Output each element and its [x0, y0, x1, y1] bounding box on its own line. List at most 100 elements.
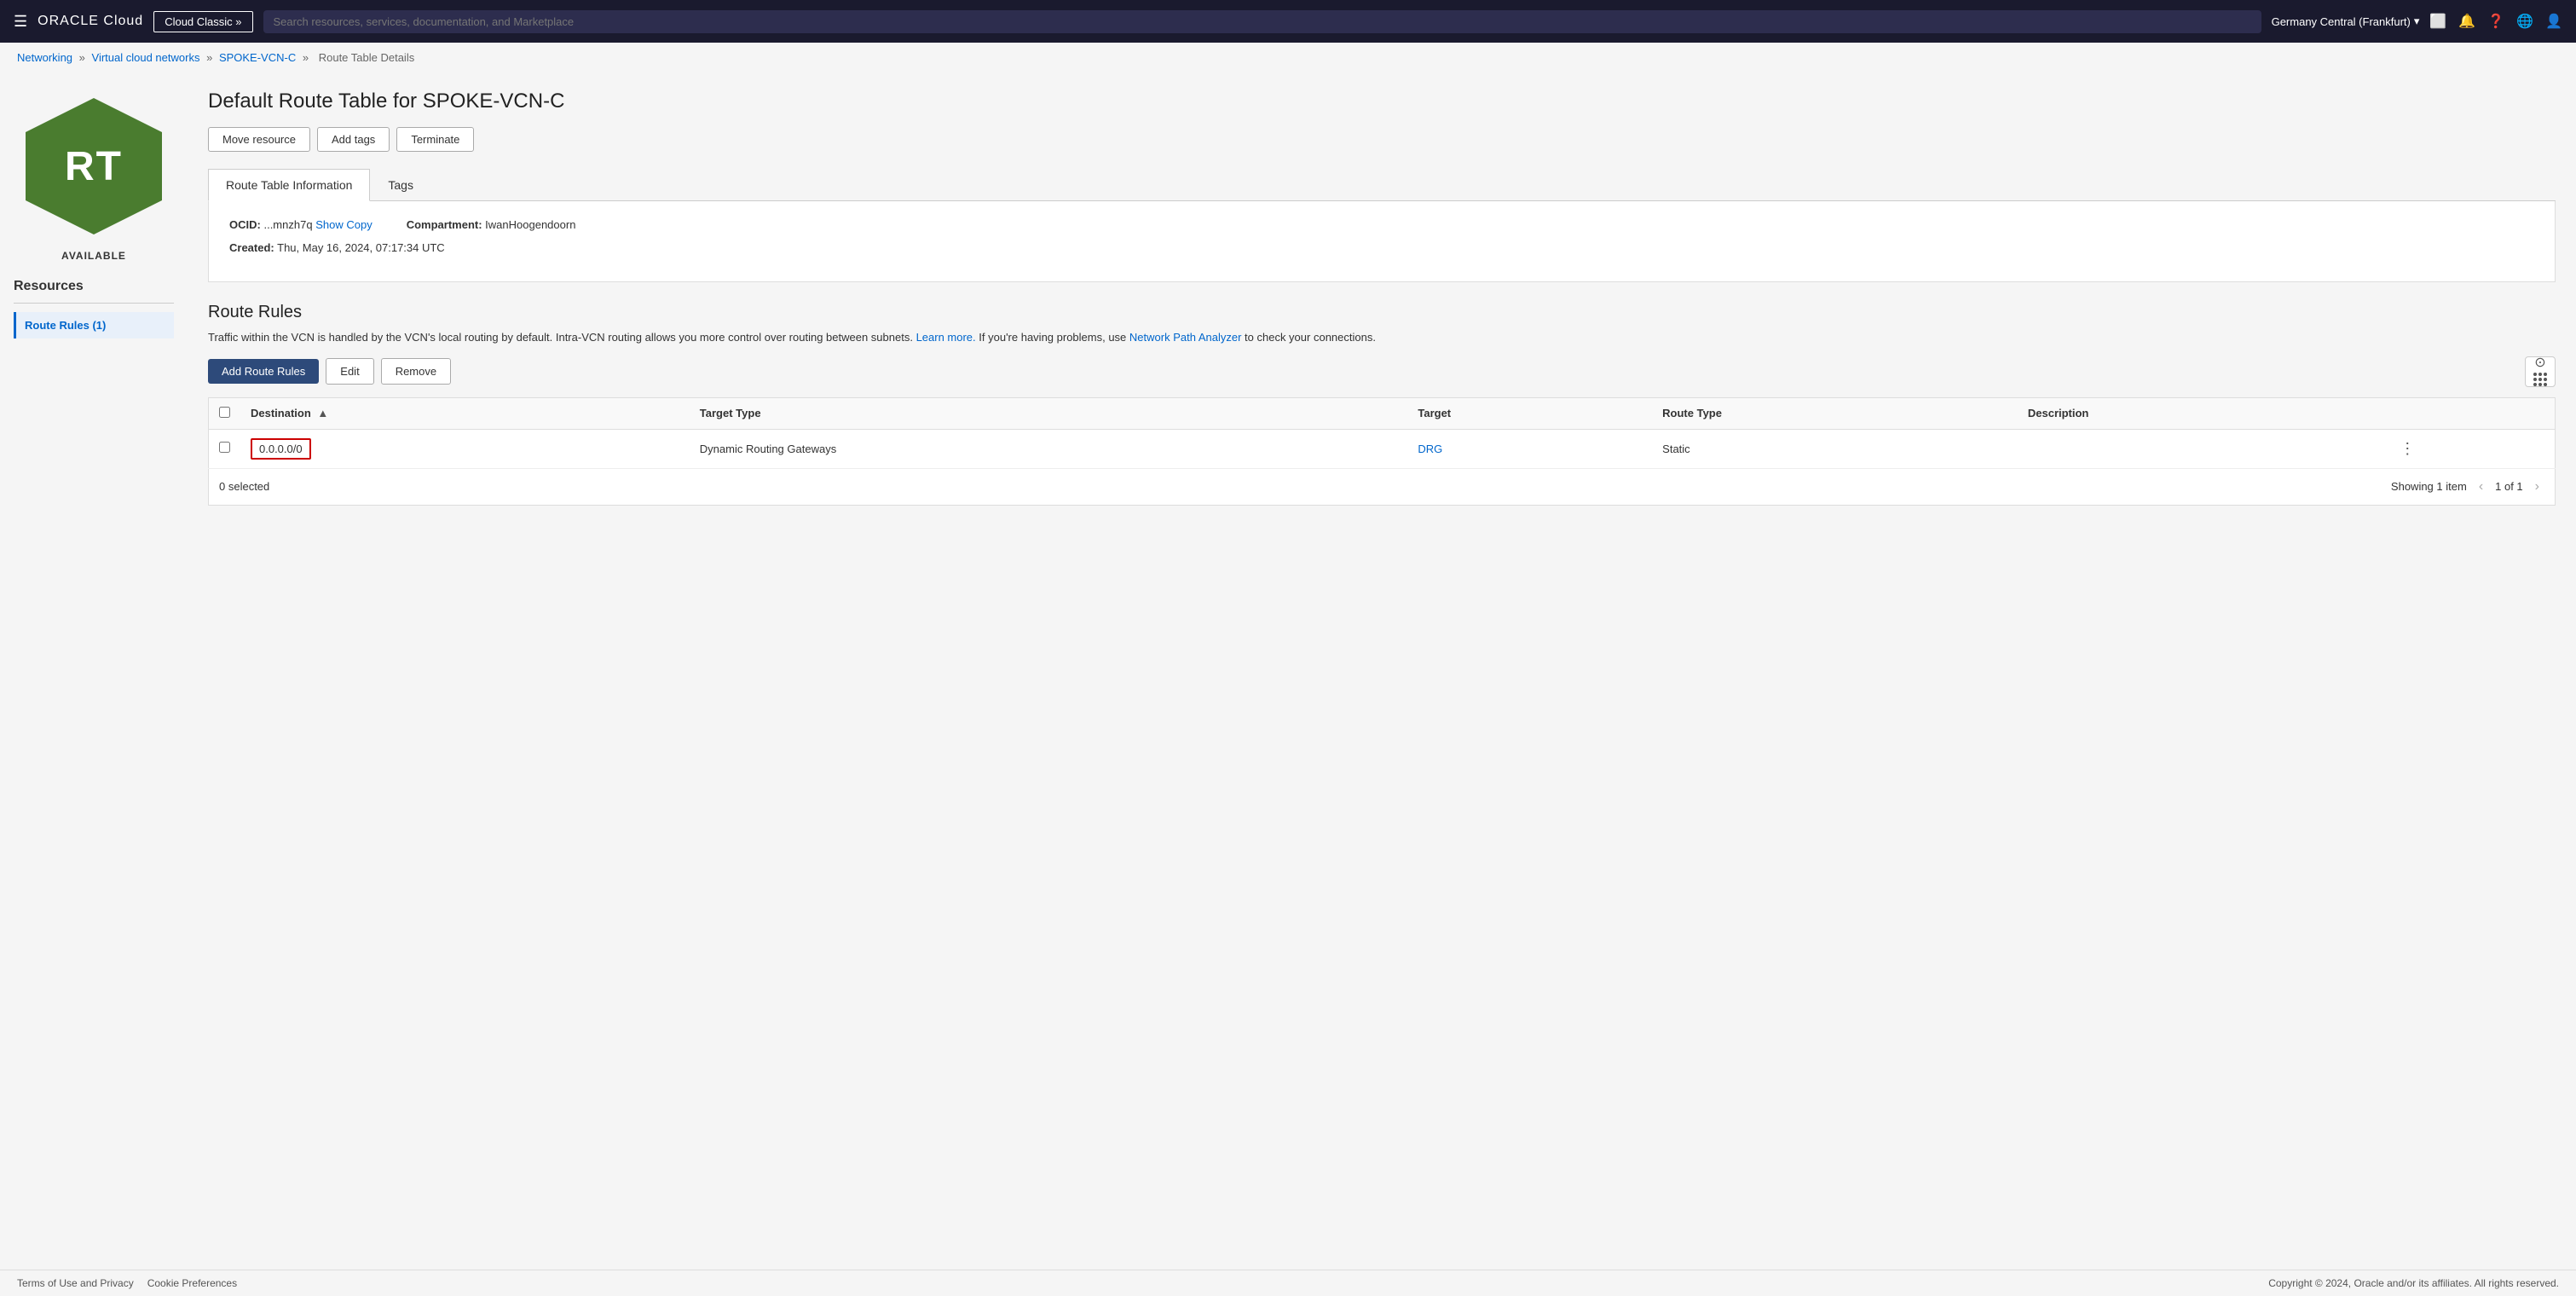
tab-tags[interactable]: Tags: [370, 169, 431, 201]
route-type-value: Static: [1662, 443, 1690, 455]
breadcrumb-networking[interactable]: Networking: [17, 51, 72, 64]
ocid-partial: ...mnzh7q: [263, 218, 312, 231]
terminate-button[interactable]: Terminate: [396, 127, 474, 152]
ocid-label: OCID:: [229, 218, 261, 231]
hexagon-wrap: RT: [17, 90, 170, 243]
user-avatar[interactable]: 👤: [2545, 13, 2562, 30]
compartment-label: Compartment:: [407, 218, 482, 231]
screen-icon[interactable]: ⬜: [2429, 13, 2446, 30]
resource-icon-area: RT AVAILABLE: [14, 90, 174, 262]
info-row-created: Created: Thu, May 16, 2024, 07:17:34 UTC: [229, 241, 2534, 254]
resource-hexagon: RT: [26, 98, 162, 234]
showing-text: Showing 1 item: [2391, 480, 2467, 493]
target-type-cell: Dynamic Routing Gateways: [690, 429, 1408, 468]
lifebuoy-icon: ⊙: [2534, 356, 2545, 370]
action-buttons-group: Move resource Add tags Terminate: [208, 127, 2556, 152]
description-cell: [2018, 429, 2389, 468]
help-icon[interactable]: ❓: [2487, 13, 2504, 30]
table-header: Destination ▲ Target Type Target Route T…: [209, 397, 2556, 429]
region-selector[interactable]: Germany Central (Frankfurt) ▾: [2272, 14, 2420, 28]
region-label: Germany Central (Frankfurt): [2272, 15, 2411, 28]
copyright-text: Copyright © 2024, Oracle and/or its affi…: [2268, 1277, 2559, 1289]
breadcrumb-sep3: »: [303, 51, 309, 64]
pagination: Showing 1 item ‹ 1 of 1 ›: [2391, 477, 2544, 496]
breadcrumb-vcn[interactable]: Virtual cloud networks: [92, 51, 200, 64]
description-label: Description: [2028, 407, 2089, 419]
breadcrumb-spoke[interactable]: SPOKE-VCN-C: [219, 51, 296, 64]
status-badge: AVAILABLE: [61, 250, 126, 262]
header-destination[interactable]: Destination ▲: [240, 397, 690, 429]
header-target: Target: [1407, 397, 1652, 429]
compartment-item: Compartment: IwanHoogendoorn: [407, 218, 576, 231]
breadcrumb: Networking » Virtual cloud networks » SP…: [0, 43, 2576, 72]
target-link[interactable]: DRG: [1418, 443, 1442, 455]
created-item: Created: Thu, May 16, 2024, 07:17:34 UTC: [229, 241, 445, 254]
row-actions-menu[interactable]: ⋮: [2400, 440, 2415, 457]
info-panel: OCID: ...mnzh7q Show Copy Compartment: I…: [208, 201, 2556, 282]
cookie-link[interactable]: Cookie Preferences: [147, 1277, 237, 1289]
sidebar-resources-title: Resources: [14, 279, 174, 294]
header-checkbox-cell: [209, 397, 241, 429]
cloud-classic-button[interactable]: Cloud Classic »: [153, 11, 252, 32]
table-actions: Add Route Rules Edit Remove ⊙: [208, 356, 2556, 387]
region-chevron-icon: ▾: [2414, 14, 2420, 28]
compartment-name: IwanHoogendoorn: [485, 218, 575, 231]
table-header-row: Destination ▲ Target Type Target Route T…: [209, 397, 2556, 429]
sidebar-divider: [14, 303, 174, 304]
breadcrumb-sep2: »: [206, 51, 212, 64]
tabs-container: Route Table Information Tags: [208, 169, 2556, 201]
add-tags-button[interactable]: Add tags: [317, 127, 390, 152]
ocid-item: OCID: ...mnzh7q Show Copy: [229, 218, 373, 231]
ocid-copy-link[interactable]: Copy: [346, 218, 372, 231]
target-label: Target: [1418, 407, 1451, 419]
route-rules-table: Destination ▲ Target Type Target Route T…: [208, 397, 2556, 469]
resource-type-icon: RT: [65, 143, 123, 190]
network-path-analyzer-link[interactable]: Network Path Analyzer: [1129, 331, 1242, 344]
created-date: Thu, May 16, 2024, 07:17:34 UTC: [277, 241, 445, 254]
terms-link[interactable]: Terms of Use and Privacy: [17, 1277, 134, 1289]
sidebar-item-route-rules[interactable]: Route Rules (1): [14, 312, 174, 338]
header-route-type: Route Type: [1652, 397, 2018, 429]
selected-count: 0 selected: [219, 480, 269, 493]
route-rules-description: Traffic within the VCN is handled by the…: [208, 329, 2556, 346]
top-navigation: ☰ ORACLE Cloud Cloud Classic » Germany C…: [0, 0, 2576, 43]
add-route-rules-button[interactable]: Add Route Rules: [208, 359, 319, 384]
tab-route-table-information[interactable]: Route Table Information: [208, 169, 370, 201]
header-target-type: Target Type: [690, 397, 1408, 429]
header-description: Description: [2018, 397, 2389, 429]
main-layout: RT AVAILABLE Resources Route Rules (1) D…: [0, 72, 2576, 1270]
dot-grid-icon: [2533, 373, 2547, 386]
hamburger-menu-icon[interactable]: ☰: [14, 13, 27, 31]
prev-page-button[interactable]: ‹: [2474, 477, 2488, 496]
edit-button[interactable]: Edit: [326, 358, 373, 385]
globe-icon[interactable]: 🌐: [2516, 13, 2533, 30]
search-input[interactable]: [263, 10, 2261, 33]
route-rules-title: Route Rules: [208, 303, 2556, 322]
move-resource-button[interactable]: Move resource: [208, 127, 310, 152]
footer-links: Terms of Use and Privacy Cookie Preferen…: [17, 1277, 237, 1289]
page-info: 1 of 1: [2495, 480, 2523, 493]
select-all-checkbox[interactable]: [219, 407, 230, 418]
destination-cell: 0.0.0.0/0: [240, 429, 690, 468]
destination-value: 0.0.0.0/0: [251, 438, 311, 460]
breadcrumb-sep1: »: [79, 51, 85, 64]
header-actions-col: [2389, 397, 2555, 429]
target-type-value: Dynamic Routing Gateways: [700, 443, 836, 455]
next-page-button[interactable]: ›: [2530, 477, 2544, 496]
created-label: Created:: [229, 241, 274, 254]
info-row-ocid: OCID: ...mnzh7q Show Copy Compartment: I…: [229, 218, 2534, 231]
nav-icons-group: ⬜ 🔔 ❓ 🌐 👤: [2429, 13, 2562, 30]
learn-more-link[interactable]: Learn more.: [916, 331, 976, 344]
route-type-cell: Static: [1652, 429, 2018, 468]
sidebar: RT AVAILABLE Resources Route Rules (1): [0, 72, 188, 1270]
main-content: Default Route Table for SPOKE-VCN-C Move…: [188, 72, 2576, 1270]
ocid-show-link[interactable]: Show: [315, 218, 344, 231]
table-help-icon[interactable]: ⊙: [2525, 356, 2556, 387]
bell-icon[interactable]: 🔔: [2458, 13, 2475, 30]
remove-button[interactable]: Remove: [381, 358, 451, 385]
destination-label: Destination: [251, 407, 311, 419]
target-cell: DRG: [1407, 429, 1652, 468]
row-checkbox[interactable]: [219, 442, 230, 453]
breadcrumb-current: Route Table Details: [319, 51, 415, 64]
row-actions-cell: ⋮: [2389, 429, 2555, 468]
